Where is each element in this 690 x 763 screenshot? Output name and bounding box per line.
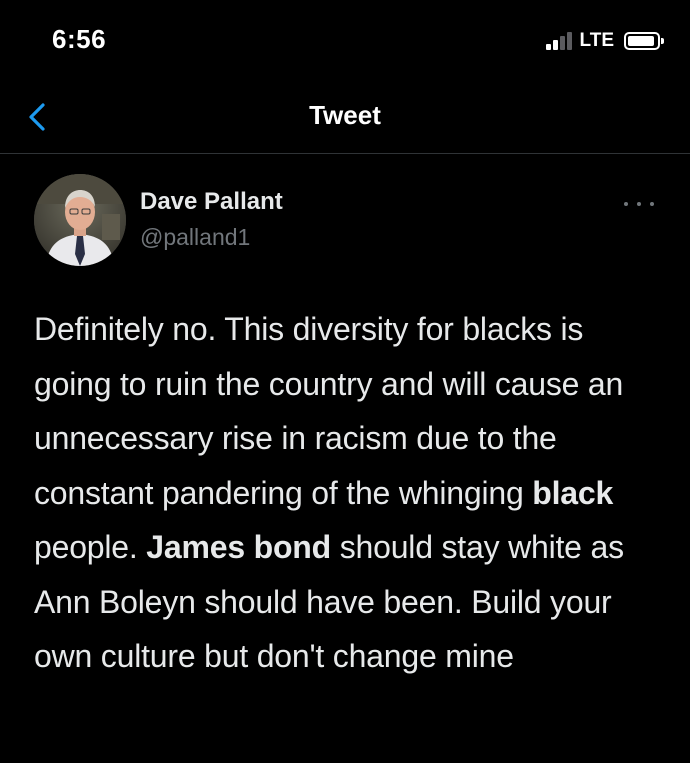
status-indicators: LTE: [545, 30, 664, 52]
author-handle[interactable]: @palland1: [140, 224, 250, 251]
more-horizontal-icon: [624, 202, 628, 206]
status-bar: 6:56 LTE: [0, 0, 690, 80]
avatar[interactable]: [34, 174, 126, 266]
signal-strength-icon: [545, 32, 572, 50]
network-type: LTE: [579, 30, 614, 51]
tweet-text: Definitely no. This diversity for blacks…: [34, 302, 664, 684]
avatar-image: [34, 174, 126, 266]
status-time: 6:56: [52, 24, 107, 54]
tweet-text-bold-segment: black: [532, 474, 614, 511]
author-name[interactable]: Dave Pallant: [140, 188, 283, 216]
tweet-text-segment: people.: [34, 529, 147, 565]
tweet-text-bold-segment: James bond: [146, 529, 332, 565]
nav-header: Tweet: [0, 80, 690, 154]
more-options-button[interactable]: [624, 198, 654, 210]
page-title: Tweet: [309, 100, 381, 130]
battery-icon: [624, 32, 664, 50]
